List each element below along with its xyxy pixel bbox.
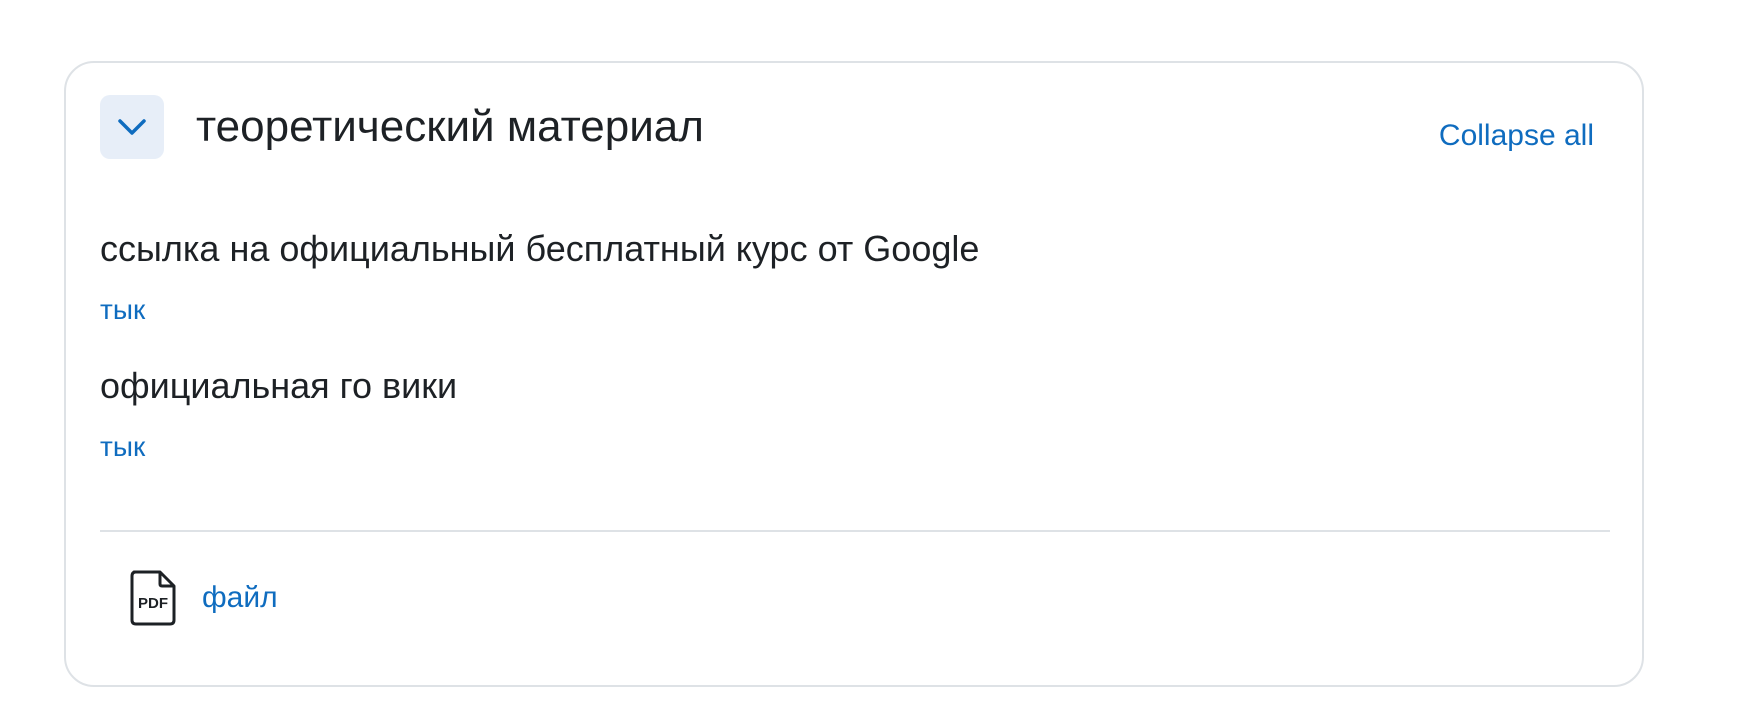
file-attachment[interactable]: PDF файл [130, 570, 278, 626]
section-card: теоретический материал Collapse all ссыл… [64, 61, 1644, 687]
item-link[interactable]: тык [100, 429, 145, 465]
divider [100, 530, 1610, 532]
chevron-down-icon [118, 119, 146, 135]
section-title: теоретический материал [196, 102, 704, 151]
item-title: официальная го вики [100, 365, 458, 406]
pdf-icon-label: PDF [138, 595, 168, 612]
collapse-all-link[interactable]: Collapse all [1439, 117, 1594, 155]
file-link[interactable]: файл [202, 579, 278, 617]
item-title: ссылка на официальный бесплатный курс от… [100, 228, 980, 269]
section-toggle-button[interactable] [100, 95, 164, 159]
pdf-file-icon: PDF [130, 570, 176, 626]
item-link[interactable]: тык [100, 292, 145, 328]
